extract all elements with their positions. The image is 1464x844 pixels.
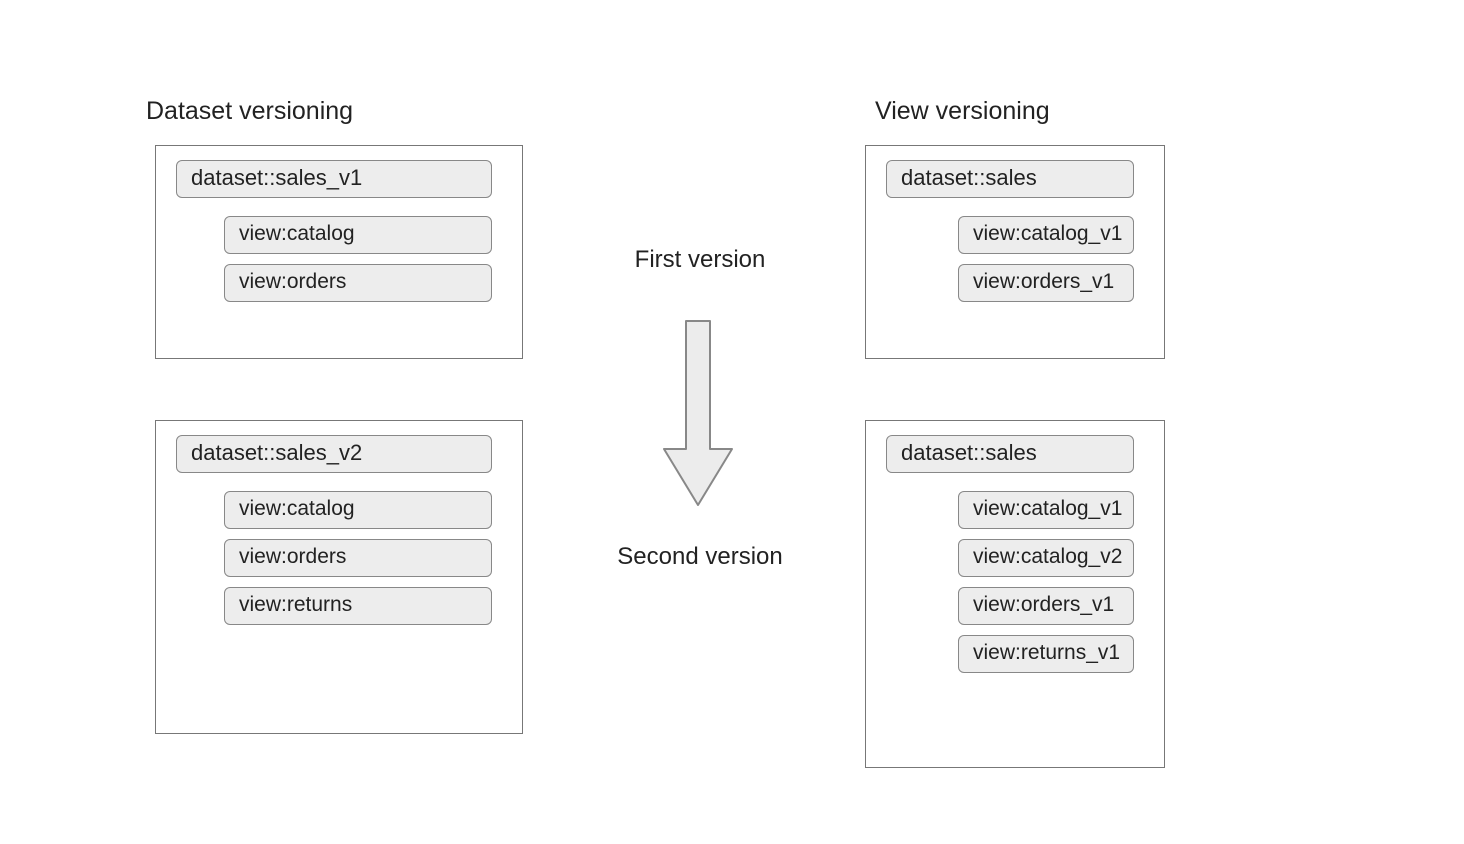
- dataset-versioning-title: Dataset versioning: [146, 97, 353, 126]
- view-item: view:catalog: [224, 491, 492, 529]
- views-container: view:catalog_v1 view:catalog_v2 view:ord…: [886, 491, 1134, 753]
- diagram-canvas: Dataset versioning View versioning datas…: [0, 0, 1464, 844]
- views-container: view:catalog view:orders: [176, 216, 492, 344]
- second-version-label: Second version: [580, 543, 820, 571]
- dataset-panel-left-v1: dataset::sales_v1 view:catalog view:orde…: [155, 145, 523, 359]
- views-container: view:catalog view:orders view:returns: [176, 491, 492, 719]
- dataset-panel-left-v2: dataset::sales_v2 view:catalog view:orde…: [155, 420, 523, 734]
- view-item: view:orders: [224, 264, 492, 302]
- down-arrow-icon: [658, 319, 738, 509]
- view-item: view:orders: [224, 539, 492, 577]
- view-item: view:catalog_v1: [958, 491, 1134, 529]
- view-versioning-title: View versioning: [875, 97, 1050, 126]
- dataset-label: dataset::sales: [886, 435, 1134, 473]
- view-item: view:catalog: [224, 216, 492, 254]
- view-item: view:catalog_v2: [958, 539, 1134, 577]
- dataset-panel-right-v1: dataset::sales view:catalog_v1 view:orde…: [865, 145, 1165, 359]
- view-item: view:returns: [224, 587, 492, 625]
- view-item: view:catalog_v1: [958, 216, 1134, 254]
- first-version-label: First version: [580, 246, 820, 274]
- dataset-label: dataset::sales_v1: [176, 160, 492, 198]
- view-item: view:orders_v1: [958, 264, 1134, 302]
- view-item: view:orders_v1: [958, 587, 1134, 625]
- views-container: view:catalog_v1 view:orders_v1: [886, 216, 1134, 344]
- dataset-label: dataset::sales: [886, 160, 1134, 198]
- dataset-label: dataset::sales_v2: [176, 435, 492, 473]
- view-item: view:returns_v1: [958, 635, 1134, 673]
- dataset-panel-right-v2: dataset::sales view:catalog_v1 view:cata…: [865, 420, 1165, 768]
